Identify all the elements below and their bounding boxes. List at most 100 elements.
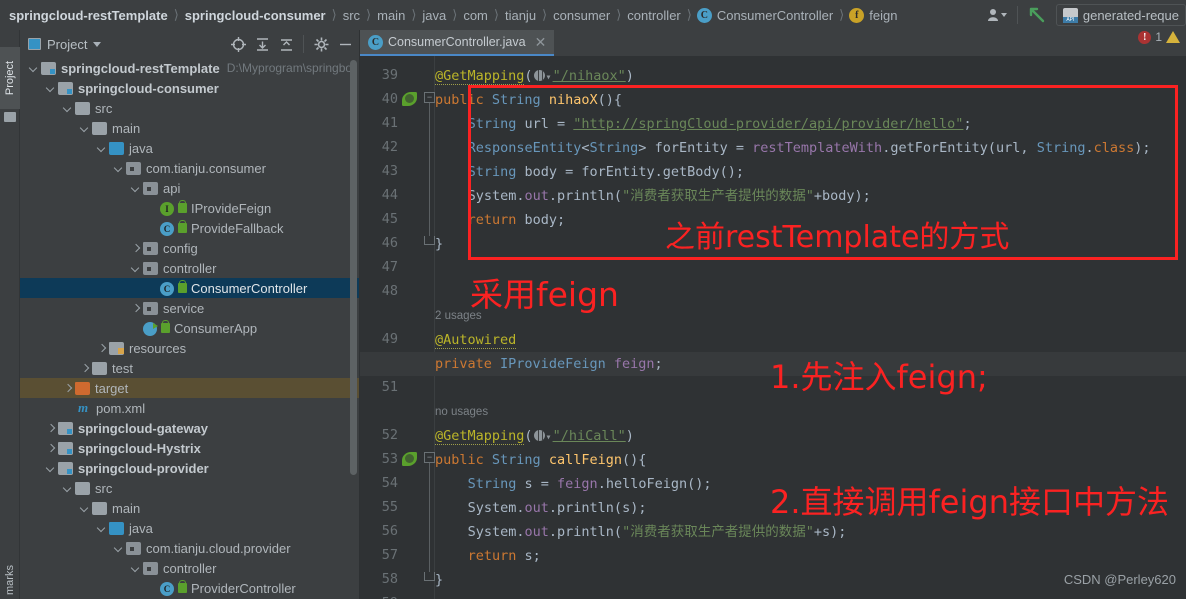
breadcrumb-item-3[interactable]: main <box>376 8 406 23</box>
breadcrumb-item-10[interactable]: feign <box>868 8 898 23</box>
tree-node-resources[interactable]: resources <box>20 338 360 358</box>
chevron-down-icon[interactable] <box>45 463 56 474</box>
code-line[interactable]: } <box>435 232 443 256</box>
tool-window-tab-project[interactable]: Project <box>0 47 20 109</box>
tree-node-com-tianju-cloud-provider[interactable]: com.tianju.cloud.provider <box>20 538 360 558</box>
web-endpoint-icon[interactable] <box>533 430 545 441</box>
chevron-down-icon[interactable] <box>62 483 73 494</box>
chevron-down-icon[interactable] <box>96 143 107 154</box>
chevron-right-icon[interactable] <box>62 383 73 394</box>
expand-all-icon[interactable] <box>251 33 273 55</box>
locate-icon[interactable] <box>227 33 249 55</box>
code-line[interactable]: @Autowired <box>435 328 517 352</box>
user-icon[interactable] <box>983 0 1013 30</box>
breadcrumb-item-2[interactable]: src <box>342 8 361 23</box>
close-icon[interactable]: ✕ <box>535 35 547 49</box>
fold-collapse-icon[interactable]: − <box>424 92 435 103</box>
breadcrumb-item-5[interactable]: com <box>462 8 489 23</box>
code-line[interactable]: String body = forEntity.getBody(); <box>435 160 744 184</box>
chevron-down-icon[interactable] <box>45 83 56 94</box>
code-line[interactable]: String s = feign.helloFeign(); <box>435 472 712 496</box>
project-title-group[interactable]: Project <box>28 37 102 52</box>
code-line[interactable]: System.out.println("消费者获取生产者提供的数据"+s); <box>435 520 847 544</box>
tree-node-target[interactable]: target <box>20 378 360 398</box>
code-line[interactable]: ResponseEntity<String> forEntity = restT… <box>435 136 1151 160</box>
code-line[interactable]: String url = "http://springCloud-provide… <box>435 112 972 136</box>
inspection-status[interactable]: ! 1 <box>1138 30 1180 44</box>
tree-node-src[interactable]: src <box>20 98 360 118</box>
chevron-down-icon[interactable] <box>130 183 141 194</box>
chevron-right-icon[interactable] <box>130 303 141 314</box>
tree-node-consumercontroller[interactable]: C ConsumerController <box>20 278 360 298</box>
editor-tab-consumercontroller[interactable]: C ConsumerController.java ✕ <box>360 30 555 56</box>
tree-node-consumerapp[interactable]: ConsumerApp <box>20 318 360 338</box>
chevron-down-icon[interactable] <box>79 123 90 134</box>
breadcrumb-item-9[interactable]: ConsumerController <box>716 8 834 23</box>
tree-node-service[interactable]: service <box>20 298 360 318</box>
breadcrumb-item-7[interactable]: consumer <box>552 8 611 23</box>
back-arrow-icon[interactable] <box>1022 0 1052 30</box>
code-line[interactable]: return s; <box>435 544 541 568</box>
fold-end-marker[interactable] <box>424 572 435 581</box>
breadcrumb-item-1[interactable]: springcloud-consumer <box>184 8 327 23</box>
tree-node-springcloud-resttemplate[interactable]: springcloud-restTemplate D:\Myprogram\spr… <box>20 58 360 78</box>
tree-node-providefallback[interactable]: C ProvideFallback <box>20 218 360 238</box>
code-line[interactable]: @GetMapping(▾"/nihaox") <box>435 64 634 88</box>
tree-node-config[interactable]: config <box>20 238 360 258</box>
code-line[interactable]: System.out.println("消费者获取生产者提供的数据"+body)… <box>435 184 871 208</box>
web-endpoint-icon[interactable] <box>533 70 545 81</box>
tree-node-test[interactable]: test <box>20 358 360 378</box>
editor-gutter[interactable]: 3940414243444546474849505152535455565758… <box>360 56 435 599</box>
breadcrumb-item-0[interactable]: springcloud-restTemplate <box>8 8 169 23</box>
gear-icon[interactable] <box>310 33 332 55</box>
code-line[interactable]: public String callFeign(){ <box>435 448 646 472</box>
minimize-icon[interactable] <box>334 33 356 55</box>
tree-node-providercontroller[interactable]: C ProviderController <box>20 578 360 598</box>
usage-hint[interactable]: no usages <box>435 400 488 424</box>
chevron-right-icon[interactable] <box>130 243 141 254</box>
tree-node-springcloud-hystrix[interactable]: springcloud-Hystrix <box>20 438 360 458</box>
tree-node-main[interactable]: main <box>20 118 360 138</box>
code-line[interactable]: return body; <box>435 208 566 232</box>
breadcrumb-item-8[interactable]: controller <box>626 8 681 23</box>
tree-node-springcloud-gateway[interactable]: springcloud-gateway <box>20 418 360 438</box>
chevron-down-icon[interactable]: ▾ <box>546 432 552 443</box>
chevron-right-icon[interactable] <box>96 343 107 354</box>
tree-node-java[interactable]: java <box>20 138 360 158</box>
chevron-right-icon[interactable] <box>45 423 56 434</box>
spring-bean-gutter-icon[interactable] <box>402 92 417 106</box>
chevron-down-icon[interactable] <box>93 41 102 47</box>
spring-bean-gutter-icon[interactable] <box>402 452 417 466</box>
tree-node-springcloud-consumer[interactable]: springcloud-consumer <box>20 78 360 98</box>
tree-node-pom-xml[interactable]: m pom.xml <box>20 398 360 418</box>
chevron-down-icon[interactable] <box>62 103 73 114</box>
run-configuration-selector[interactable]: generated-reque <box>1055 4 1186 26</box>
project-tree-scrollbar[interactable] <box>350 60 357 475</box>
code-line[interactable]: public String nihaoX(){ <box>435 88 622 112</box>
tree-node-controller[interactable]: controller <box>20 258 360 278</box>
tree-node-controller[interactable]: controller <box>20 558 360 578</box>
tree-node-src[interactable]: src <box>20 478 360 498</box>
code-line[interactable]: @GetMapping(▾"/hiCall") <box>435 424 634 448</box>
chevron-down-icon[interactable] <box>113 163 124 174</box>
chevron-down-icon[interactable] <box>113 543 124 554</box>
chevron-down-icon[interactable] <box>130 563 141 574</box>
gutter-marker[interactable] <box>402 452 418 468</box>
tree-node-iprovidefeign[interactable]: I IProvideFeign <box>20 198 360 218</box>
gutter-marker[interactable] <box>402 92 418 108</box>
tool-window-tab-bookmarks[interactable]: marks <box>0 549 20 599</box>
code-line[interactable]: System.out.println(s); <box>435 496 647 520</box>
chevron-down-icon[interactable] <box>79 503 90 514</box>
tree-node-com-tianju-consumer[interactable]: com.tianju.consumer <box>20 158 360 178</box>
code-line[interactable]: private IProvideFeign feign; <box>435 352 663 376</box>
chevron-down-icon[interactable] <box>96 523 107 534</box>
chevron-right-icon[interactable] <box>45 443 56 454</box>
code-line[interactable]: } <box>435 568 443 592</box>
chevron-right-icon[interactable] <box>79 363 90 374</box>
breadcrumb-item-6[interactable]: tianju <box>504 8 537 23</box>
collapse-all-icon[interactable] <box>275 33 297 55</box>
fold-end-marker[interactable] <box>424 236 435 245</box>
fold-collapse-icon[interactable]: − <box>424 452 435 463</box>
chevron-down-icon[interactable]: ▾ <box>546 72 552 83</box>
tree-node-springcloud-provider[interactable]: springcloud-provider <box>20 458 360 478</box>
